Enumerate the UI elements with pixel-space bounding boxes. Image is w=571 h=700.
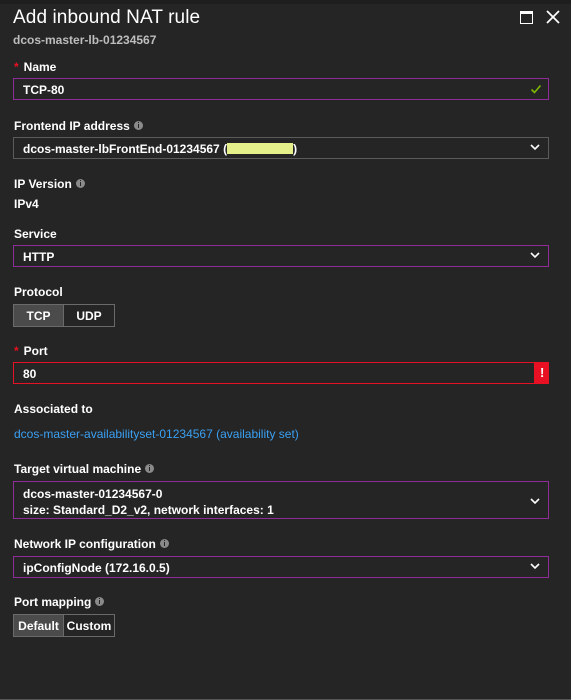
top-band [0,0,571,4]
name-input[interactable]: TCP-80 [13,78,549,100]
target-vm-details: size: Standard_D2_v2, network interfaces… [23,503,274,517]
protocol-option-udp[interactable]: UDP [64,304,115,327]
port-input[interactable]: 80 ! [13,362,549,384]
info-icon[interactable] [133,121,143,130]
service-dropdown[interactable]: HTTP [13,245,549,267]
close-icon [546,10,560,24]
ip-version-value: IPv4 [14,197,39,211]
chevron-down-icon [530,563,540,570]
frontend-ip-label-text: Frontend IP address [14,119,130,133]
frontend-ip-label: Frontend IP address [14,119,143,133]
target-vm-label: Target virtual machine [14,462,155,476]
redacted-ip [227,143,294,154]
port-value: 80 [23,367,37,381]
network-ip-config-value: ipConfigNode (172.16.0.5) [23,561,170,575]
blade-subtitle: dcos-master-lb-01234567 [13,33,157,47]
network-ip-config-label-text: Network IP configuration [14,537,156,551]
checkmark-icon [530,84,542,94]
frontend-ip-value: dcos-master-lbFrontEnd-01234567 () [23,142,297,156]
target-vm-name: dcos-master-01234567-0 [23,487,163,501]
maximize-icon [520,11,533,24]
protocol-toggle: TCP UDP [13,304,115,327]
maximize-button[interactable] [519,9,535,25]
protocol-label: Protocol [14,285,63,299]
chevron-down-icon [530,498,540,505]
chevron-down-icon [530,252,540,259]
network-ip-config-label: Network IP configuration [14,537,169,551]
service-label: Service [14,227,57,241]
frontend-ip-value-suffix: ) [293,142,298,156]
error-indicator[interactable]: ! [534,362,549,384]
port-mapping-label-text: Port mapping [14,595,92,609]
name-label: * Name [14,60,56,74]
associated-to-label: Associated to [14,402,93,416]
close-button[interactable] [545,9,561,25]
port-mapping-toggle: Default Custom [13,614,115,637]
ip-version-label: IP Version [14,177,85,191]
port-mapping-option-default[interactable]: Default [13,614,64,637]
info-icon[interactable] [145,464,155,473]
blade-title: Add inbound NAT rule [13,7,201,28]
required-asterisk: * [14,60,19,74]
port-label: * Port [14,344,48,358]
chevron-down-icon [530,144,540,151]
port-mapping-label: Port mapping [14,595,105,609]
info-icon[interactable] [95,597,105,606]
protocol-option-tcp[interactable]: TCP [13,304,64,327]
info-icon[interactable] [75,179,85,188]
target-vm-label-text: Target virtual machine [14,462,142,476]
network-ip-config-dropdown[interactable]: ipConfigNode (172.16.0.5) [13,556,549,578]
port-label-text: Port [23,344,48,358]
info-icon[interactable] [159,539,169,548]
frontend-ip-value-text: dcos-master-lbFrontEnd-01234567 ( [23,142,228,156]
availability-set-link[interactable]: dcos-master-availabilityset-01234567 (av… [14,427,299,441]
frontend-ip-dropdown[interactable]: dcos-master-lbFrontEnd-01234567 () [13,137,549,159]
error-icon: ! [540,365,545,380]
required-asterisk: * [14,344,19,358]
port-mapping-option-custom[interactable]: Custom [64,614,115,637]
service-value: HTTP [23,250,55,264]
ip-version-label-text: IP Version [14,177,72,191]
target-vm-value: dcos-master-01234567-0 size: Standard_D2… [23,486,274,518]
name-label-text: Name [23,60,57,74]
name-value: TCP-80 [23,83,65,97]
target-vm-dropdown[interactable]: dcos-master-01234567-0 size: Standard_D2… [13,481,549,519]
